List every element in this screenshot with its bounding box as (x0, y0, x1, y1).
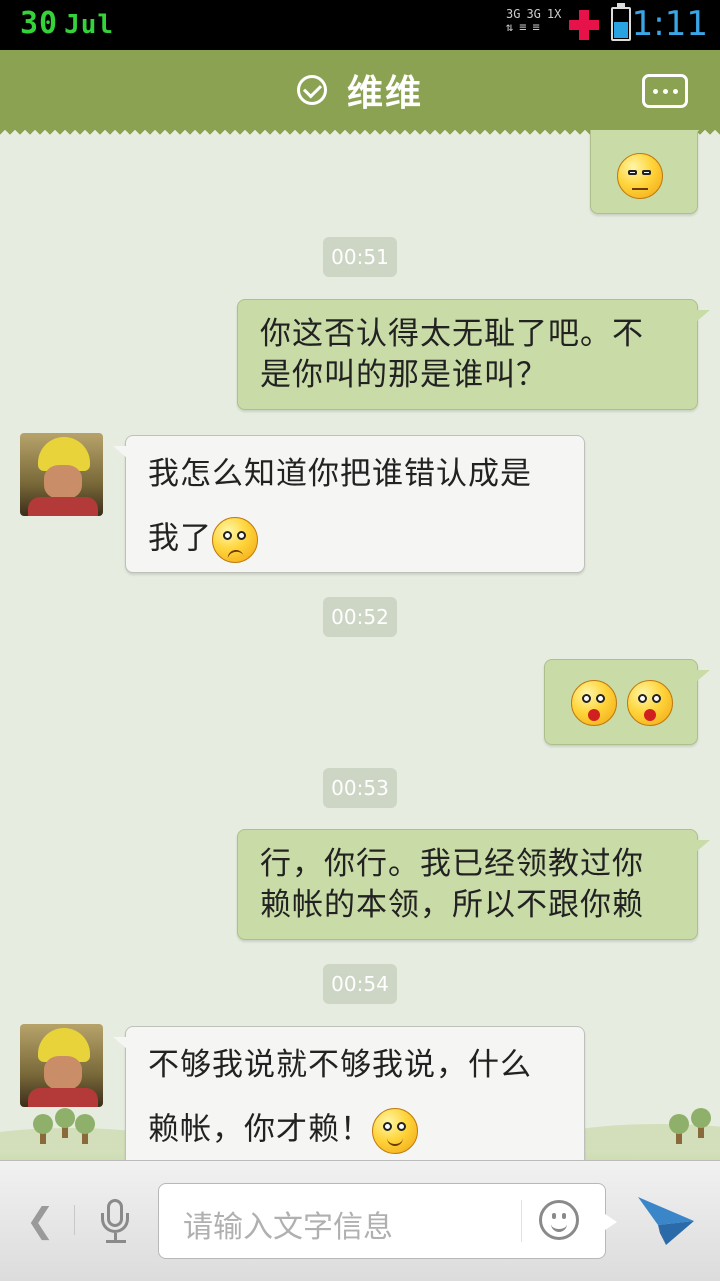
status-time: 1:11 (631, 4, 708, 44)
message-text: 行，你行。我已经领教过你 (260, 846, 644, 882)
message-input[interactable]: 请输入文字信息 (158, 1183, 617, 1259)
tree-decoration (691, 1108, 711, 1138)
timestamp: 00:53 (323, 768, 397, 808)
shocked-emoji-icon (627, 680, 673, 726)
input-bar: ❮ 请输入文字信息 (0, 1160, 720, 1281)
message-text: 赖帐的本领，所以不跟你赖 (260, 887, 644, 923)
contact-avatar[interactable] (20, 433, 103, 516)
incoming-message[interactable]: 我怎么知道你把谁错认成是 我了 (113, 435, 585, 573)
send-arrow-icon[interactable] (636, 1193, 696, 1247)
message-text: 是你叫的那是谁叫？ (260, 357, 548, 393)
chat-header: 维维 (0, 50, 720, 130)
contact-avatar[interactable] (20, 1024, 103, 1107)
divider (74, 1205, 75, 1235)
network-1x-label: 1X (546, 7, 562, 21)
outgoing-message[interactable]: 你这否认得太无耻了吧。不 是你叫的那是谁叫？ (237, 299, 710, 410)
outgoing-message[interactable]: 行，你行。我已经领教过你 赖帐的本领，所以不跟你赖 (237, 829, 710, 940)
chevron-left-icon[interactable]: ❮ (26, 1201, 55, 1241)
timestamp: 00:54 (323, 964, 397, 1004)
contact-name: 维维 (346, 73, 423, 114)
microphone-icon[interactable] (98, 1199, 134, 1245)
message-text: 我怎么知道你把谁错认成是 (148, 456, 532, 492)
outgoing-message[interactable] (544, 659, 710, 745)
verified-check-icon (296, 75, 327, 105)
tree-decoration (55, 1108, 75, 1138)
confused-emoji-icon (212, 517, 258, 563)
outgoing-message[interactable] (590, 130, 710, 214)
tree-decoration (75, 1114, 95, 1144)
message-text: 你这否认得太无耻了吧。不 (260, 316, 644, 352)
message-text: 我了 (148, 520, 212, 557)
message-text: 赖帐，你才赖！ (148, 1111, 372, 1148)
chat-area[interactable]: 00:51 你这否认得太无耻了吧。不 是你叫的那是谁叫？ 我怎么知道你把谁错认成… (0, 130, 720, 1160)
battery-icon (611, 3, 631, 41)
input-placeholder: 请输入文字信息 (183, 1210, 393, 1245)
tree-decoration (669, 1114, 689, 1144)
smiley-icon[interactable] (539, 1200, 579, 1240)
incoming-message[interactable]: 不够我说就不够我说，什么 赖帐，你才赖！ (113, 1026, 585, 1160)
network-indicators: 3G 3G 1X ⇅ ≡ ≡ (506, 7, 562, 34)
timestamp: 00:52 (323, 597, 397, 637)
message-text: 不够我说就不够我说，什么 (148, 1047, 532, 1083)
smile-emoji-icon (372, 1108, 418, 1154)
divider (521, 1200, 522, 1242)
status-bar: 30 Jul 3G 3G 1X ⇅ ≡ ≡ 1:11 (0, 0, 720, 50)
timestamp: 00:51 (323, 237, 397, 277)
more-options-button[interactable] (642, 74, 688, 108)
meh-emoji-icon (617, 153, 663, 199)
tree-decoration (33, 1114, 53, 1144)
status-date: 30 Jul (20, 6, 115, 41)
medical-cross-icon (569, 10, 599, 40)
shocked-emoji-icon (571, 680, 617, 726)
